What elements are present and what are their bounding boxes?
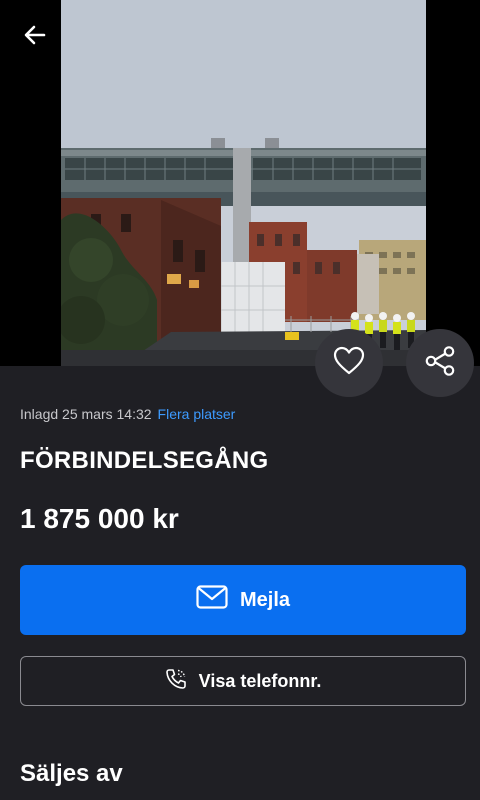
listing-photo[interactable] <box>61 0 426 366</box>
arrow-left-icon <box>22 22 48 53</box>
posted-date: Inlagd 25 mars 14:32 <box>20 406 152 422</box>
location-link[interactable]: Flera platser <box>158 406 236 422</box>
email-button[interactable]: Mejla <box>20 565 466 635</box>
show-phone-button[interactable]: Visa telefonnr. <box>20 656 466 706</box>
share-button[interactable] <box>406 329 474 397</box>
heart-icon <box>333 346 365 381</box>
share-icon <box>424 345 456 382</box>
listing-meta: Inlagd 25 mars 14:32 Flera platser <box>20 406 235 422</box>
listing-price: 1 875 000 kr <box>20 503 179 534</box>
image-gallery[interactable] <box>0 0 480 366</box>
listing-title: FÖRBINDELSEGÅNG <box>20 447 269 474</box>
favorite-button[interactable] <box>315 329 383 397</box>
email-button-label: Mejla <box>239 588 291 611</box>
seller-section-heading: Säljes av <box>20 760 123 787</box>
phone-icon <box>165 668 187 695</box>
envelope-icon <box>196 585 228 615</box>
back-button[interactable] <box>14 16 56 58</box>
show-phone-label: Visa telefonnr. <box>198 670 322 691</box>
